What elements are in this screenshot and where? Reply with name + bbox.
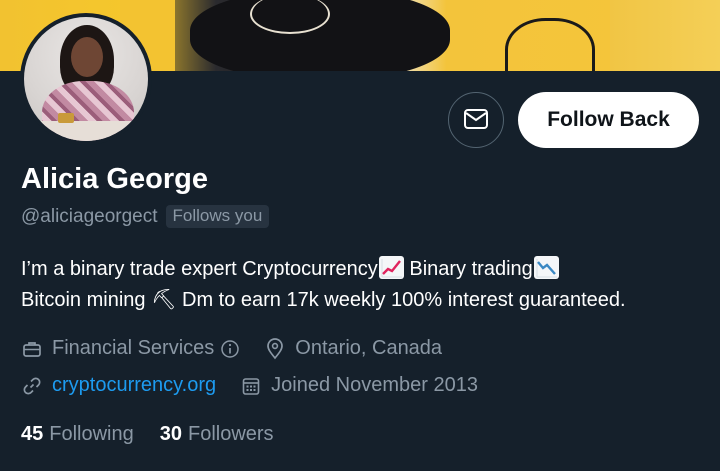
profile-meta-row-1: Financial Services Ontario, Canada [21, 337, 466, 360]
following-stat[interactable]: 45 Following [21, 423, 134, 446]
following-label: Following [49, 423, 134, 445]
message-button[interactable] [448, 92, 504, 148]
category-item: Financial Services [21, 337, 240, 360]
website-link[interactable]: cryptocurrency.org [52, 374, 216, 397]
followers-count: 30 [159, 423, 182, 445]
bio-line-2: Bitcoin mining ⛏ Dm to earn 17k weekly 1… [21, 289, 626, 311]
briefcase-icon [21, 338, 43, 360]
handle-row: @aliciageorgect Follows you [21, 205, 270, 228]
joined-item: Joined November 2013 [240, 374, 478, 397]
location-label: Ontario, Canada [295, 337, 443, 359]
profile-bio: I’m a binary trade expert Cryptocurrency… [21, 254, 711, 316]
chart-increasing-icon [378, 256, 404, 279]
profile-handle: @aliciageorgect [21, 205, 158, 227]
bio-text-1: I’m a binary trade expert Cryptocurrency [21, 258, 378, 280]
chart-decreasing-icon [533, 256, 559, 279]
envelope-icon [463, 108, 489, 133]
avatar[interactable] [20, 13, 152, 145]
avatar-photo [24, 17, 148, 141]
bio-text-2: Binary trading [403, 258, 533, 280]
location-item: Ontario, Canada [264, 337, 442, 360]
bio-line-1: I’m a binary trade expert Cryptocurrency… [21, 254, 711, 285]
calendar-icon [240, 375, 262, 397]
info-icon[interactable] [220, 339, 240, 359]
follow-back-button[interactable]: Follow Back [518, 92, 699, 148]
location-pin-icon [264, 337, 286, 360]
follows-you-badge: Follows you [165, 205, 270, 228]
joined-label: Joined November 2013 [271, 374, 478, 396]
category-label: Financial Services [52, 337, 215, 359]
link-icon [21, 375, 43, 397]
follow-stats: 45 Following 30 Followers [21, 423, 300, 446]
website-item: cryptocurrency.org [21, 374, 216, 397]
followers-label: Followers [187, 423, 274, 445]
following-count: 45 [21, 423, 44, 445]
profile-name: Alicia George [21, 163, 208, 195]
profile-meta-row-2: cryptocurrency.org Joined November 2013 [21, 374, 502, 397]
followers-stat[interactable]: 30 Followers [160, 423, 274, 446]
